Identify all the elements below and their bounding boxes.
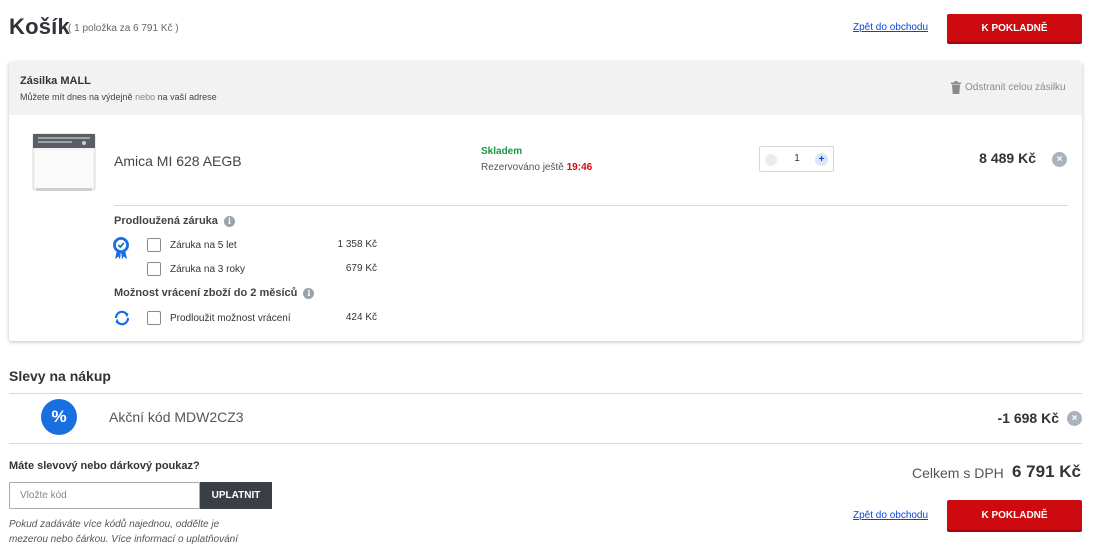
product-name[interactable]: Amica MI 628 AEGB [114,153,242,169]
quantity-stepper: 1 + [759,146,834,172]
reserved-time: 19:46 [566,162,593,173]
percent-symbol: % [51,407,67,426]
return-title: Možnost vrácení zboží do 2 měsíců [114,287,298,299]
subtitle-suffix: na vaší adrese [157,92,217,102]
voucher-question: Máte slevový nebo dárkový poukaz? [9,460,200,472]
voucher-hint-line-1: Pokud zadáváte více kódů najednou, odděl… [9,519,220,530]
back-to-shop-link-bottom[interactable]: Zpět do obchodu [853,510,928,521]
refresh-icon [114,310,130,326]
divider [114,205,1068,206]
extend-return-label[interactable]: Prodloužit možnost vrácení [170,313,291,324]
extend-return-price: 424 Kč [345,312,377,323]
close-icon: × [1056,154,1063,165]
cart-summary: ( 1 položka za 6 791 Kč ) [68,23,179,34]
extend-return-checkbox[interactable] [147,311,161,325]
warranty-5-years-label[interactable]: Záruka na 5 let [170,240,237,251]
page-title: Košík [9,14,70,39]
remove-shipment-button[interactable]: Odstranit celou zásilku [951,81,1066,94]
info-icon[interactable]: i [223,215,235,227]
product-price: 8 489 Kč [979,150,1036,166]
percent-icon: % [41,399,77,435]
warranty-5-years-price: 1 358 Kč [337,239,377,250]
divider [9,443,1082,444]
warranty-section-title: Prodloužená záruka i [114,215,235,227]
checkout-button-bottom[interactable]: K POKLADNĚ [947,500,1082,532]
reserved-label: Rezervováno ještě [481,162,564,173]
decrease-quantity-button[interactable] [765,154,777,166]
product-image[interactable] [30,128,98,196]
warranty-title: Prodloužená záruka [114,215,218,227]
voucher-code-input[interactable] [9,482,200,509]
shipment-subtitle: Můžete mít dnes na výdejně nebo na vaší … [20,92,217,102]
back-to-shop-link[interactable]: Zpět do obchodu [853,22,928,33]
return-section-title: Možnost vrácení zboží do 2 měsíců i [114,287,315,299]
shipment-card: Zásilka MALL Můžete mít dnes na výdejně … [9,62,1082,341]
quantity-value[interactable]: 1 [790,153,804,164]
remove-shipment-label: Odstranit celou zásilku [965,82,1066,93]
warranty-3-years-label[interactable]: Záruka na 3 roky [170,264,245,275]
discounts-title: Slevy na nákup [9,368,111,384]
voucher-hint: Pokud zadáváte více kódů najednou, odděl… [9,517,279,547]
checkout-button[interactable]: K POKLADNĚ [947,14,1082,44]
divider [9,393,1082,394]
increase-quantity-button[interactable]: + [815,153,828,166]
discount-amount: -1 698 Kč [997,410,1059,426]
stock-status: Skladem [481,146,523,157]
subtitle-or: nebo [135,92,156,102]
warranty-badge-icon [113,237,129,260]
warranty-3-years-checkbox[interactable] [147,262,161,276]
info-icon[interactable]: i [303,287,315,299]
voucher-hint-line-2[interactable]: mezerou nebo čárkou. Více informací o up… [9,532,279,547]
shipment-header [9,62,1082,115]
reservation-info: Rezervováno ještě 19:46 [481,162,592,173]
warranty-5-years-checkbox[interactable] [147,238,161,252]
trash-icon [951,81,961,94]
remove-discount-button[interactable]: × [1067,411,1082,426]
total-label: Celkem s DPH [912,465,1004,481]
shipment-title: Zásilka MALL [20,75,91,87]
remove-item-button[interactable]: × [1052,152,1067,167]
subtitle-prefix: Můžete mít dnes na výdejně [20,92,133,102]
warranty-3-years-price: 679 Kč [345,263,377,274]
promo-code-label: Akční kód MDW2CZ3 [109,409,244,425]
apply-voucher-button[interactable]: UPLATNIT [200,482,272,509]
total-value: 6 791 Kč [1012,462,1081,481]
close-icon: × [1071,413,1078,424]
